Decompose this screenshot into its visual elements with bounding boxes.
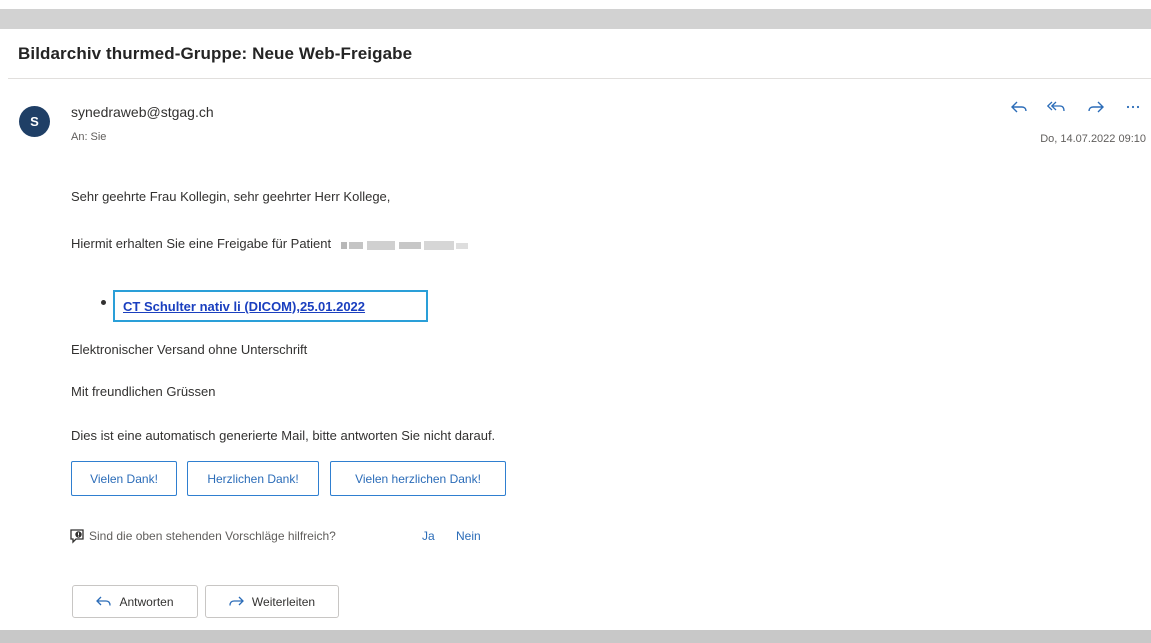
more-icon[interactable] bbox=[1122, 96, 1144, 118]
reply-icon bbox=[96, 596, 112, 606]
recipient-label: An: bbox=[71, 131, 88, 143]
no-signature-line: Elektronischer Versand ohne Unterschrift bbox=[71, 342, 308, 357]
reply-button[interactable]: Antworten bbox=[72, 585, 198, 618]
list-bullet bbox=[101, 300, 106, 305]
feedback-yes-link[interactable]: Ja bbox=[422, 529, 435, 543]
suggestion-button-1[interactable]: Vielen Dank! bbox=[71, 461, 177, 496]
forward-button[interactable]: Weiterleiten bbox=[205, 585, 339, 618]
feedback-question: Sind die oben stehenden Vorschläge hilfr… bbox=[89, 529, 336, 543]
forward-button-label: Weiterleiten bbox=[251, 594, 316, 609]
greeting: Sehr geehrte Frau Kollegin, sehr geehrte… bbox=[71, 189, 391, 204]
feedback-no-link[interactable]: Nein bbox=[456, 529, 481, 543]
feedback-icon bbox=[69, 528, 85, 547]
suggestion-button-2[interactable]: Herzlichen Dank! bbox=[187, 461, 319, 496]
reply-button-label: Antworten bbox=[119, 594, 174, 609]
feedback-row: Sind die oben stehenden Vorschläge hilfr… bbox=[70, 529, 336, 544]
redacted-patient-id bbox=[340, 240, 468, 250]
link-highlight-box: CT Schulter nativ li (DICOM),25.01.2022 bbox=[113, 290, 428, 322]
suggestion-button-3[interactable]: Vielen herzlichen Dank! bbox=[330, 461, 506, 496]
bottom-bar bbox=[0, 630, 1151, 643]
header-divider bbox=[8, 78, 1151, 79]
reply-icon[interactable] bbox=[1008, 96, 1030, 118]
closing-line: Mit freundlichen Grüssen bbox=[71, 384, 216, 399]
sender-address[interactable]: synedraweb@stgag.ch bbox=[71, 104, 214, 120]
recipient-line: An: Sie bbox=[71, 131, 106, 143]
intro-text: Hiermit erhalten Sie eine Freigabe für P… bbox=[71, 236, 332, 251]
intro-line: Hiermit erhalten Sie eine Freigabe für P… bbox=[71, 236, 474, 252]
share-link[interactable]: CT Schulter nativ li (DICOM),25.01.2022 bbox=[123, 299, 365, 314]
forward-icon[interactable] bbox=[1085, 96, 1107, 118]
sender-avatar[interactable]: S bbox=[19, 106, 50, 137]
recipient-name[interactable]: Sie bbox=[91, 131, 107, 143]
top-bar-strip bbox=[0, 9, 1151, 29]
email-subject: Bildarchiv thurmed-Gruppe: Neue Web-Frei… bbox=[18, 44, 413, 63]
message-actions bbox=[1008, 96, 1148, 118]
reply-all-icon[interactable] bbox=[1045, 96, 1067, 118]
email-date: Do, 14.07.2022 09:10 bbox=[1040, 133, 1146, 145]
top-bar bbox=[0, 0, 1151, 29]
auto-note-line: Dies ist eine automatisch generierte Mai… bbox=[71, 428, 496, 443]
forward-icon bbox=[229, 596, 244, 606]
